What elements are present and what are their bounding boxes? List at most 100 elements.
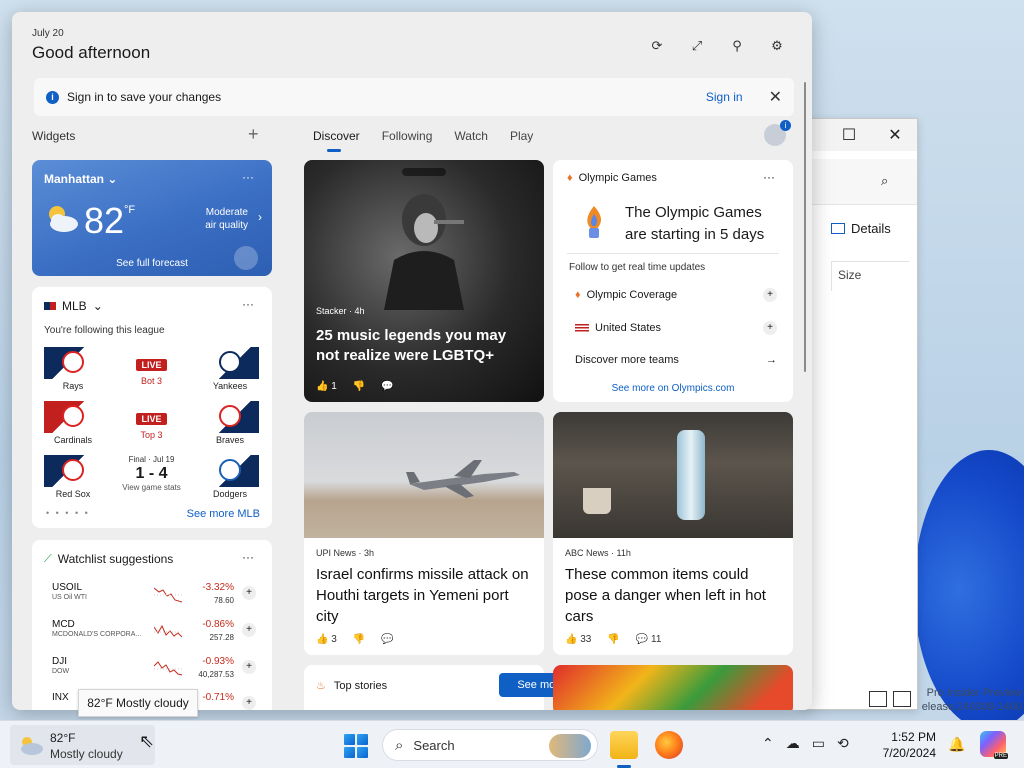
file-explorer-window[interactable]: ☐ ✕ ⌕ Details Size [800,118,918,710]
watchlist-widget[interactable]: ⟋ Watchlist suggestions ··· USOIL US Oil… [32,540,272,710]
tab-discover[interactable]: Discover [313,129,360,152]
olympics-headline: The Olympic Games are starting in 5 days [625,204,765,243]
comment-button[interactable]: 💬 [381,381,393,392]
dislike-button[interactable]: 👎 [607,634,619,645]
like-button[interactable]: 👍 33 [565,634,591,645]
taskbar-search[interactable]: ⌕ Search [382,729,598,761]
add-icon[interactable]: + [763,321,777,335]
flame-icon: ♦ [575,289,581,301]
olympics-header[interactable]: ♦ Olympic Games [567,172,657,184]
maximize-icon[interactable]: ☐ [839,125,859,145]
sparkline [154,624,182,638]
taskbar: 82°F Mostly cloudy ⇖ ⌕ Search ⌃ ☁ ▭ ⟲ 1:… [0,720,1024,768]
dislike-button[interactable]: 👎 [353,381,365,392]
news-title[interactable]: These common items could pose a danger w… [565,564,783,627]
tab-following[interactable]: Following [382,129,433,143]
news-photo [384,194,464,310]
details-view-icon[interactable] [869,691,887,707]
temperature-unit: °F [124,204,136,216]
search-icon[interactable]: ⌕ [881,173,888,189]
add-icon[interactable]: + [763,288,777,302]
view-game-stats-link[interactable]: View game stats [104,483,199,492]
like-button[interactable]: 👍 3 [316,634,337,645]
close-icon[interactable]: ✕ [769,87,782,107]
follow-prompt: Follow to get real time updates [569,262,706,273]
team-logo-icon [201,347,259,379]
like-button[interactable]: 👍 1 [316,381,337,392]
news-title[interactable]: 25 music legends you may not realize wer… [316,326,532,366]
panel-scrollbar[interactable] [804,82,806,372]
see-more-olympics-link[interactable]: See more on Olympics.com [553,383,793,394]
more-options-icon[interactable]: ··· [242,297,254,311]
news-card[interactable]: UPI News · 3h Israel confirms missile at… [304,412,544,655]
carousel-pager[interactable]: • • • • • [46,508,90,518]
close-icon[interactable]: ✕ [885,125,905,145]
taskbar-clock[interactable]: 1:52 PM 7/20/2024 [880,729,936,761]
signin-banner: i Sign in to save your changes Sign in ✕ [34,78,794,116]
stocks-icon: ⟋ [44,552,52,565]
discover-more-teams[interactable]: Discover more teams → [575,354,777,366]
game-row[interactable]: Cardinals LIVE Top 3 Braves [44,401,259,447]
news-source: Stacker · 4h [316,306,365,316]
chevron-right-icon[interactable]: › [258,210,262,224]
list-item[interactable]: MCD MCDONALD'S CORPORA... -0.86% 257.28 … [52,619,262,649]
mlb-header[interactable]: MLB ⌄ [44,299,103,313]
comment-button[interactable]: 💬 [381,634,393,645]
weather-map-icon[interactable] [234,246,258,270]
game-row[interactable]: Rays LIVE Bot 3 Yankees [44,347,259,393]
see-more-mlb-link[interactable]: See more MLB [187,508,260,520]
notification-bell-icon[interactable]: 🔔 [948,736,965,753]
firefox-app[interactable] [655,731,683,759]
start-button[interactable] [344,734,368,758]
widgets-panel[interactable]: July 20 Good afternoon ⟳ ⤢ ⚲ ⚙ i Sign in… [12,12,812,710]
signin-link[interactable]: Sign in [706,90,743,104]
news-card[interactable]: Stacker · 4h 25 music legends you may no… [304,160,544,402]
add-widget-button[interactable]: + [248,124,259,145]
olympics-widget[interactable]: ♦ Olympic Games ··· The Olympic Games ar… [553,160,793,402]
details-button[interactable]: Details [831,221,891,236]
tab-play[interactable]: Play [510,129,533,143]
weather-location[interactable]: Manhattan ⌄ [44,172,117,186]
follow-olympic-coverage[interactable]: ♦ Olympic Coverage + [575,288,777,302]
add-to-watchlist-button[interactable]: + [242,696,256,710]
display-icon[interactable]: ▭ [812,735,825,752]
add-to-watchlist-button[interactable]: + [242,623,256,637]
news-source: ABC News · 11h [565,548,631,558]
tab-watch[interactable]: Watch [454,129,488,143]
list-item[interactable]: USOIL US Oil WTI -3.32% 78.60 + [52,582,262,612]
news-card[interactable]: ABC News · 11h These common items could … [553,412,793,655]
gear-icon[interactable]: ⚙ [768,37,786,55]
list-item[interactable]: DJI DOW -0.93% 40,287.53 + [52,656,262,686]
sync-icon[interactable]: ⟲ [837,735,849,752]
weather-widget[interactable]: Manhattan ⌄ ··· 82 °F Moderate air quali… [32,160,272,276]
copilot-icon[interactable]: PRE [980,731,1008,759]
network-offline-icon[interactable]: ☁ [786,735,800,752]
chevron-up-icon[interactable]: ⌃ [762,735,774,752]
size-column-header[interactable]: Size [831,261,909,291]
refresh-icon[interactable]: ⟳ [648,37,666,55]
add-to-watchlist-button[interactable]: + [242,586,256,600]
info-badge: i [780,120,791,131]
flame-icon: ♦ [567,172,573,184]
file-explorer-app[interactable] [610,731,638,759]
team-logo-icon [44,401,102,433]
news-title[interactable]: Israel confirms missile attack on Houthi… [316,564,534,627]
team-logo-icon [201,455,259,487]
comment-button[interactable]: 💬 11 [636,634,662,645]
news-card-image[interactable] [553,665,793,710]
more-options-icon[interactable]: ··· [242,550,254,564]
more-options-icon[interactable]: ··· [763,170,775,184]
expand-icon[interactable]: ⤢ [688,37,706,55]
team-right: Yankees [201,347,259,391]
follow-united-states[interactable]: United States + [575,321,777,335]
taskbar-weather-button[interactable]: 82°F Mostly cloudy [10,725,155,765]
avatar[interactable]: i [764,120,791,146]
pin-icon[interactable]: ⚲ [728,37,746,55]
mlb-widget[interactable]: MLB ⌄ ··· You're following this league R… [32,287,272,528]
more-options-icon[interactable]: ··· [242,170,254,184]
add-to-watchlist-button[interactable]: + [242,660,256,674]
air-quality[interactable]: Moderate air quality [205,206,248,232]
game-row[interactable]: Red Sox Final · Jul 19 1 - 4 View game s… [44,455,259,501]
partly-cloudy-icon [49,206,78,232]
dislike-button[interactable]: 👎 [353,634,365,645]
